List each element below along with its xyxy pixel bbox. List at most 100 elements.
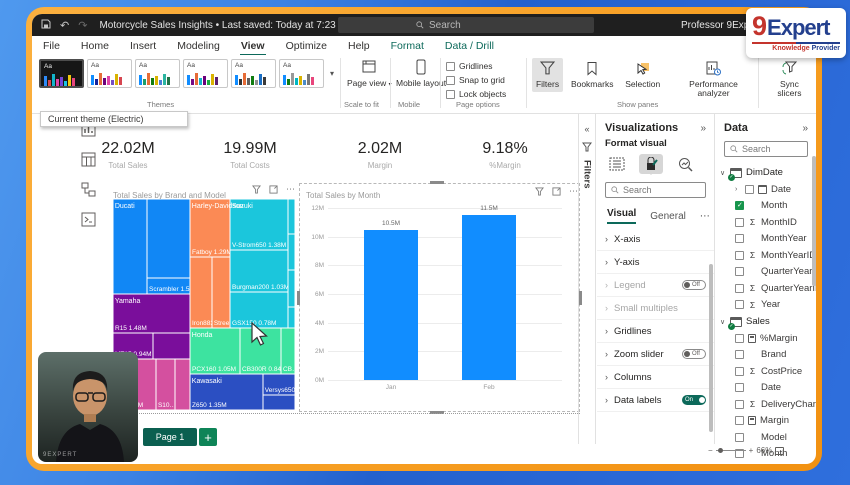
drag-handle-left[interactable] xyxy=(297,291,300,305)
format-section-columns[interactable]: ›Columns xyxy=(597,366,714,389)
field-checkbox[interactable] xyxy=(735,284,744,293)
field-model[interactable]: Model xyxy=(720,429,812,446)
field-checkbox[interactable] xyxy=(735,367,744,376)
treemap-cell-ducati[interactable] xyxy=(147,199,190,278)
expand-icon[interactable]: › xyxy=(735,186,741,193)
filters-pane-label[interactable]: Filters xyxy=(582,160,593,189)
field-monthyear[interactable]: MonthYear xyxy=(720,231,812,248)
field-checkbox[interactable] xyxy=(735,218,744,227)
tab-general[interactable]: General xyxy=(650,211,686,222)
add-page-button[interactable]: + xyxy=(199,428,217,446)
field-monthyearid[interactable]: ΣMonthYearID xyxy=(720,247,812,264)
field-quarteryearid[interactable]: ΣQuarterYearID xyxy=(720,280,812,297)
format-search-input[interactable]: Search xyxy=(605,182,706,198)
bar-chart-visual[interactable]: Total Sales by Month 0M2M4M6M8M10M12M10.… xyxy=(299,183,580,412)
format-section-legend[interactable]: ›LegendOff xyxy=(597,274,714,297)
checkbox-gridlines[interactable]: Gridlines xyxy=(446,61,506,71)
field-checkbox[interactable] xyxy=(735,350,744,359)
page-view-button[interactable]: Page view ▾ xyxy=(347,58,392,88)
field-costprice[interactable]: ΣCostPrice xyxy=(720,363,812,380)
treemap-cell-ducati[interactable]: Scrambler 1.55M xyxy=(147,278,190,294)
ribbon-tab-modeling[interactable]: Modeling xyxy=(176,38,221,54)
format-section-y-axis[interactable]: ›Y-axis xyxy=(597,251,714,274)
ribbon-tab-home[interactable]: Home xyxy=(80,38,110,54)
collapse-pane-icon[interactable]: » xyxy=(700,123,706,134)
ribbon-tab-data-drill[interactable]: Data / Drill xyxy=(444,38,495,54)
treemap-cell-suzuki[interactable] xyxy=(288,270,295,307)
treemap-cell-honda[interactable]: CB… xyxy=(281,328,295,374)
theme-thumbnail-2[interactable]: Aa xyxy=(87,59,132,88)
treemap-cell-suzuki[interactable] xyxy=(288,234,295,270)
treemap-visual[interactable]: Scrambler 1.55MFatboy 1.29MIron883 0.96M… xyxy=(113,199,295,410)
drag-handle-top[interactable] xyxy=(430,181,444,184)
collapse-pane-icon[interactable]: » xyxy=(802,123,808,134)
table-dimdate[interactable]: ∨DimDate xyxy=(720,164,812,181)
global-search-input[interactable]: Search xyxy=(338,17,594,33)
field-checkbox[interactable] xyxy=(745,185,754,194)
viz-pane-scrollbar[interactable] xyxy=(709,264,713,432)
kpi-card-total-sales[interactable]: 22.02MTotal Sales xyxy=(72,140,184,170)
focus-mode-icon[interactable] xyxy=(552,187,561,196)
kpi-card-margin[interactable]: 2.02MMargin xyxy=(324,140,436,170)
themes-expand-icon[interactable]: ▾ xyxy=(330,69,334,78)
field-brand[interactable]: Brand xyxy=(720,347,812,364)
data-pane-scrollbar[interactable] xyxy=(812,156,816,286)
theme-thumbnail-6[interactable]: Aa xyxy=(279,59,324,88)
build-visual-icon[interactable] xyxy=(605,154,629,174)
field-checkbox[interactable] xyxy=(735,433,744,442)
expand-pane-icon[interactable]: « xyxy=(584,124,589,134)
page-tab-page1[interactable]: Page 1 xyxy=(143,428,197,446)
field-checkbox[interactable] xyxy=(735,334,744,343)
theme-thumbnail-1[interactable]: Aa xyxy=(39,59,84,88)
field--margin[interactable]: %Margin xyxy=(720,330,812,347)
format-section-x-axis[interactable]: ›X-axis xyxy=(597,228,714,251)
field-checkbox[interactable] xyxy=(735,267,744,276)
format-section-data-labels[interactable]: ›Data labelsOn xyxy=(597,389,714,412)
field-monthid[interactable]: ΣMonthID xyxy=(720,214,812,231)
mobile-layout-button[interactable]: Mobile layout xyxy=(396,58,446,88)
treemap-cell-harley-davidson[interactable]: Street75… xyxy=(212,257,230,328)
zoom-out-icon[interactable]: − xyxy=(708,446,713,455)
ribbon-tab-file[interactable]: File xyxy=(42,38,61,54)
treemap-cell-harley-davidson[interactable]: Iron883 0.96M xyxy=(190,257,212,328)
dax-query-view-icon[interactable] xyxy=(81,212,98,228)
theme-thumbnail-4[interactable]: Aa xyxy=(183,59,228,88)
treemap-cell-kawasaki[interactable]: Versys650… xyxy=(263,374,295,395)
ribbon-tab-optimize[interactable]: Optimize xyxy=(285,38,328,54)
field-date[interactable]: Date xyxy=(720,380,812,397)
field-checkbox[interactable] xyxy=(735,400,744,409)
checkbox-lock-objects[interactable]: Lock objects xyxy=(446,89,506,99)
filter-icon[interactable] xyxy=(535,187,544,196)
fit-to-page-icon[interactable] xyxy=(775,447,784,455)
ribbon-tab-view[interactable]: View xyxy=(240,38,266,54)
treemap-cell-ducati[interactable] xyxy=(113,199,147,294)
field-checkbox[interactable] xyxy=(735,383,744,392)
treemap-cell-suzuki[interactable] xyxy=(288,307,295,328)
filters-button[interactable]: Filters xyxy=(532,58,563,92)
toggle-on[interactable]: On xyxy=(682,395,706,405)
tab-visual[interactable]: Visual xyxy=(607,208,636,224)
data-search-input[interactable]: Search xyxy=(724,141,808,157)
bookmarks-button[interactable]: Bookmarks xyxy=(567,58,617,92)
field-checkbox[interactable] xyxy=(735,234,744,243)
field-quarteryear[interactable]: QuarterYear xyxy=(720,264,812,281)
window-title[interactable]: Motorcycle Sales Insights • Last saved: … xyxy=(99,20,361,31)
treemap-cell-other[interactable]: S10… xyxy=(156,359,175,410)
theme-thumbnail-3[interactable]: Aa xyxy=(135,59,180,88)
format-section-small-multiples[interactable]: ›Small multiples xyxy=(597,297,714,320)
treemap-cell-kawasaki[interactable] xyxy=(263,395,295,410)
field-deliverycharge[interactable]: ΣDeliveryCharge xyxy=(720,396,812,413)
collapse-icon[interactable]: ∨ xyxy=(720,318,726,326)
collapse-icon[interactable]: ∨ xyxy=(720,169,726,177)
field-checkbox[interactable] xyxy=(735,416,744,425)
treemap-cell-yamaha[interactable] xyxy=(153,333,190,359)
field-year[interactable]: ΣYear xyxy=(720,297,812,314)
format-section-zoom-slider[interactable]: ›Zoom sliderOff xyxy=(597,343,714,366)
treemap-cell-suzuki[interactable] xyxy=(288,199,295,234)
more-options-icon[interactable]: ⋯ xyxy=(569,186,578,197)
field-saleprice[interactable]: ΣSalePrice xyxy=(720,462,812,464)
toggle-off[interactable]: Off xyxy=(682,349,706,359)
theme-thumbnail-5[interactable]: Aa xyxy=(231,59,276,88)
treemap-cell-suzuki[interactable]: Burgman200 1.03M xyxy=(230,250,288,292)
checkbox-snap-to-grid[interactable]: Snap to grid xyxy=(446,75,506,85)
